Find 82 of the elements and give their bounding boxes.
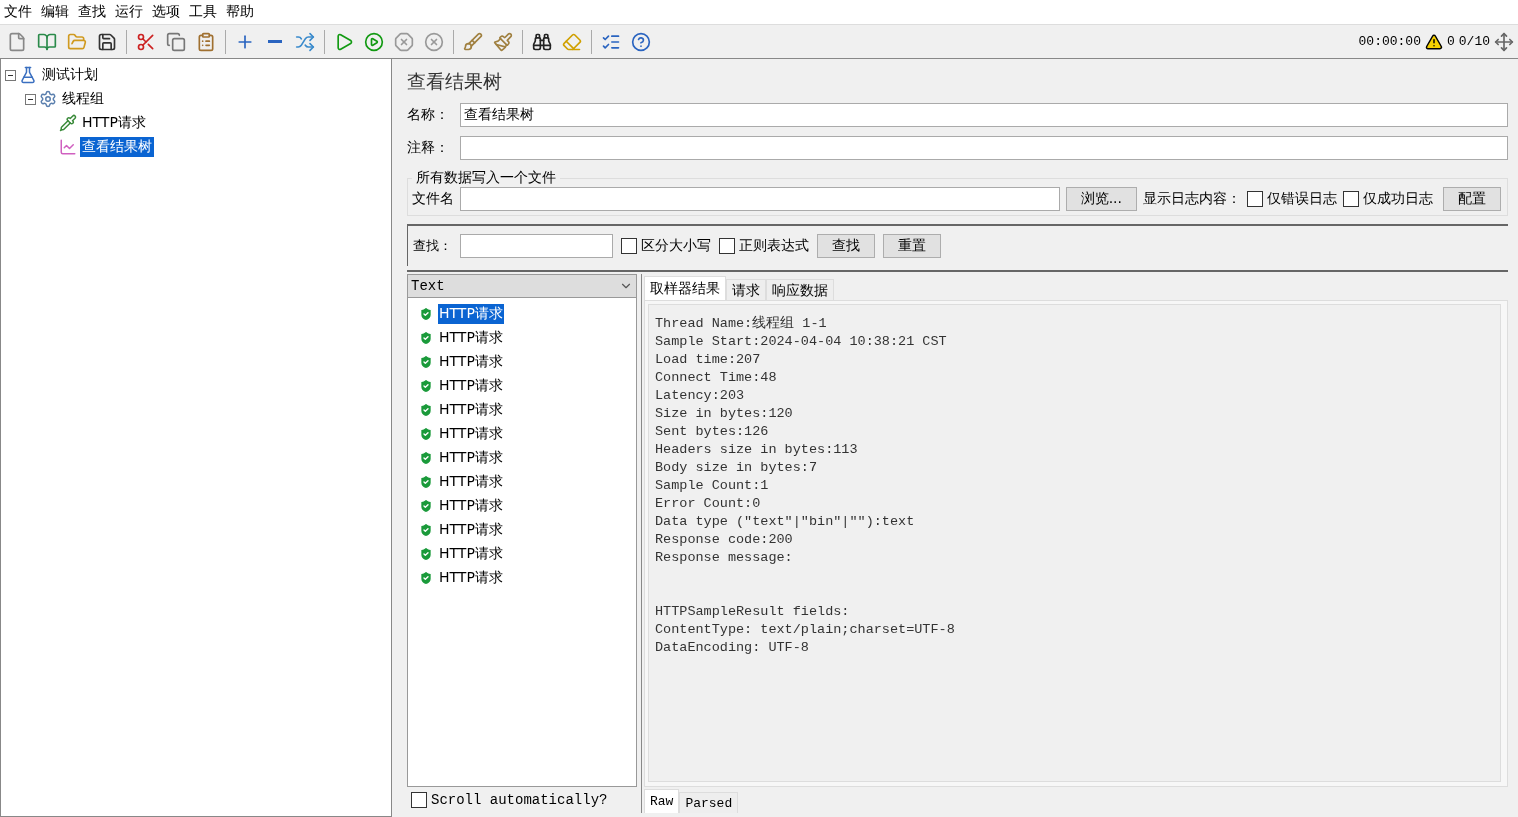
warning-icon [1424,32,1443,51]
file-field[interactable] [460,187,1060,211]
menu-item[interactable]: 工具 [189,3,217,21]
shield-check-icon [418,450,434,466]
tree-item[interactable]: HTTP请求 [80,113,148,133]
new-file-icon [7,31,27,52]
shield-check-icon [418,426,434,442]
shield-check-icon [418,546,434,562]
tree-item[interactable]: 线程组 [60,89,106,109]
renderer-dropdown[interactable]: Text [407,274,637,298]
menu-item[interactable]: 选项 [152,3,180,21]
shield-check-icon [418,330,434,346]
name-label: 名称： [407,106,450,124]
copy-icon [166,31,186,52]
flask-icon [19,66,37,84]
checkbox[interactable]: 正则表达式 [719,237,809,255]
collapse-toggle[interactable] [25,93,36,105]
tab[interactable]: Parsed [679,792,739,813]
log-label: 显示日志内容： [1143,190,1241,208]
open-folder-icon [67,31,87,52]
sample-result-text: Thread Name:线程组 1-1 Sample Start:2024-04-04 10:38:21 CST Load time:207 Connect Time:48 Latency:203 Size in bytes:120 Sent bytes:126 Headers size in bytes:113 Body size in bytes:7 Sample Count:1 Error Count:0 Data type ("text"|"bin"|""):text Response code:200 Response message: HTTPSampleResult fields: ContentType: text/plain;charset=UTF-8 DataEncoding: UTF-8 [648,304,1501,782]
checkbox[interactable]: 仅错误日志 [1247,190,1337,208]
cut-icon [136,31,156,52]
elapsed-time: 00:00:00 [1358,34,1421,49]
shield-check-icon [418,306,434,322]
comment-label: 注释： [407,139,450,157]
chart-icon [59,138,77,156]
result-item[interactable]: HTTP请求 [438,496,504,516]
tab[interactable]: 请求 [726,279,766,300]
result-item[interactable]: HTTP请求 [438,376,504,396]
result-item[interactable]: HTTP请求 [438,448,504,468]
result-item[interactable]: HTTP请求 [438,352,504,372]
result-item[interactable]: HTTP请求 [438,400,504,420]
menu-item[interactable]: 帮助 [226,3,254,21]
warning-count: 0 [1446,34,1455,49]
browse-button[interactable]: 浏览... [1065,187,1137,211]
shield-check-icon [418,474,434,490]
paste-icon [196,31,216,52]
result-item[interactable]: HTTP请求 [438,568,504,588]
search-icon [532,31,552,52]
search-field[interactable] [460,234,613,258]
checkbox[interactable]: 仅成功日志 [1343,190,1433,208]
tab[interactable]: 取样器结果 [644,276,726,300]
group-title: 所有数据写入一个文件 [415,169,557,187]
result-item[interactable]: HTTP请求 [438,328,504,348]
shield-check-icon [418,498,434,514]
shield-check-icon [418,378,434,394]
stop-icon [394,31,414,52]
find-button[interactable]: 查找 [817,234,875,258]
menu-item[interactable]: 编辑 [41,3,69,21]
scroll-checkbox[interactable]: Scroll automatically? [411,792,608,808]
comment-field[interactable] [460,136,1508,160]
shield-check-icon [418,354,434,370]
thread-count: 0/10 [1458,34,1490,49]
menu-item[interactable]: 文件 [4,3,32,21]
result-item[interactable]: HTTP请求 [438,520,504,540]
collapse-toggle[interactable] [5,69,16,81]
tree-item[interactable]: 查看结果树 [80,137,154,157]
shield-check-icon [418,522,434,538]
name-field[interactable]: 查看结果树 [460,103,1508,127]
help-icon [631,31,651,52]
save-icon [97,31,117,52]
tab[interactable]: Raw [644,789,680,813]
search-label: 查找： [413,237,452,255]
result-item[interactable]: HTTP请求 [438,544,504,564]
file-label: 文件名 [412,190,454,208]
result-item[interactable]: HTTP请求 [438,472,504,492]
gear-icon [39,90,57,108]
shield-check-icon [418,402,434,418]
panel-title: 查看结果树 [407,69,503,94]
pipette-icon [59,114,77,132]
reset-button[interactable]: 重置 [883,234,941,258]
result-item[interactable]: HTTP请求 [438,424,504,444]
checkbox[interactable]: 区分大小写 [621,237,711,255]
tab[interactable]: 响应数据 [766,279,834,300]
menu-item[interactable]: 运行 [115,3,143,21]
tree-item[interactable]: 测试计划 [40,65,100,85]
result-item[interactable]: HTTP请求 [438,304,504,324]
move-icon [1494,31,1514,52]
menu-item[interactable]: 查找 [78,3,106,21]
shield-check-icon [418,570,434,586]
configure-button[interactable]: 配置 [1443,187,1501,211]
